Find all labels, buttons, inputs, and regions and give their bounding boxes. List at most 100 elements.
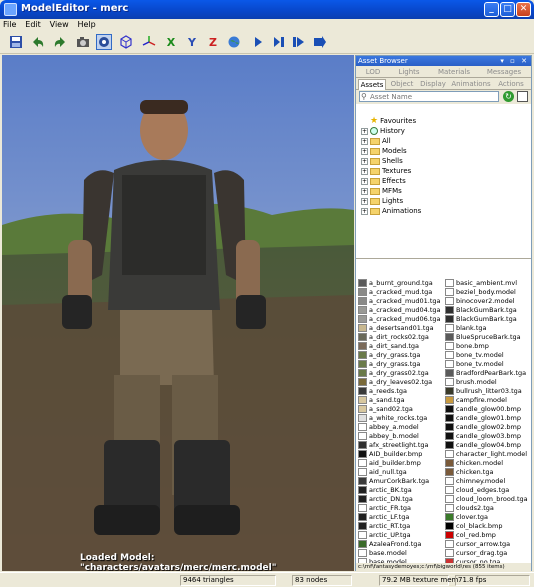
asset-thumbnail-icon (445, 333, 454, 341)
expand-icon[interactable]: + (361, 207, 368, 215)
x-axis-icon[interactable]: X (163, 34, 179, 50)
tree-item-textures[interactable]: + Textures (361, 166, 411, 176)
undo-icon[interactable] (30, 34, 46, 50)
3d-viewport[interactable]: Loaded Model: "characters/avatars/merc/m… (2, 55, 354, 571)
asset-thumbnail-icon (358, 315, 367, 323)
tree-item-history[interactable]: + History (361, 126, 405, 136)
camera-icon[interactable] (75, 34, 91, 50)
asset-thumbnail-icon (445, 486, 454, 494)
asset-thumbnail-icon (358, 378, 367, 386)
tree-item-effects[interactable]: + Effects (361, 176, 406, 186)
menu-help[interactable]: Help (75, 19, 99, 30)
asset-label: col_black.bmp (456, 522, 503, 530)
tree-label: Animations (382, 207, 422, 215)
play-end-icon[interactable] (291, 34, 307, 50)
asset-thumbnail-icon (445, 495, 454, 503)
tree-item-shells[interactable]: + Shells (361, 156, 403, 166)
play-loop-icon[interactable] (312, 34, 328, 50)
asset-thumbnail-icon (445, 414, 454, 422)
expand-icon[interactable]: + (361, 137, 368, 145)
tab-assets[interactable]: Assets (358, 79, 386, 90)
menu-file[interactable]: File (0, 19, 19, 30)
asset-thumbnail-icon (445, 378, 454, 386)
play-next-icon[interactable] (271, 34, 287, 50)
panel-buttons[interactable]: ▾ ▫ ✕ (500, 56, 529, 66)
asset-label: a_dirt_rocks02.tga (369, 333, 429, 341)
asset-label: binocover2.model (456, 297, 515, 305)
model-icon[interactable] (96, 34, 112, 50)
asset-label: aid_builder.bmp (369, 459, 421, 467)
asset-thumbnail-icon (445, 423, 454, 431)
refresh-icon[interactable]: ↻ (503, 91, 514, 102)
layout-icon[interactable] (517, 91, 528, 102)
asset-label: chicken.model (456, 459, 504, 467)
globe-icon[interactable] (226, 34, 242, 50)
tree-item-favourites[interactable]: ★ Favourites (370, 116, 416, 126)
asset-thumbnail-icon (445, 405, 454, 413)
search-input[interactable] (359, 91, 499, 102)
asset-thumbnail-icon (358, 522, 367, 530)
tree-label: Models (382, 147, 407, 155)
menu-view[interactable]: View (47, 19, 72, 30)
expand-icon[interactable]: + (361, 177, 368, 185)
expand-icon[interactable]: + (361, 147, 368, 155)
asset-thumbnail-icon (358, 288, 367, 296)
asset-thumbnail-icon (445, 441, 454, 449)
asset-thumbnail-icon (358, 513, 367, 521)
status-nodes: 83 nodes (292, 575, 352, 586)
tab-messages[interactable]: Messages (480, 67, 528, 78)
asset-thumbnail-icon (358, 432, 367, 440)
asset-thumbnail-icon (358, 405, 367, 413)
cube-icon[interactable] (118, 34, 134, 50)
save-icon[interactable] (8, 34, 24, 50)
asset-label: candle_glow01.bmp (456, 414, 522, 422)
scene-render (2, 55, 354, 571)
asset-label: beziel_body.model (456, 288, 516, 296)
asset-thumbnail-icon (445, 468, 454, 476)
tab-actions[interactable]: Actions (494, 79, 528, 90)
asset-label: a_burnt_ground.tga (369, 279, 433, 287)
asset-thumbnail-icon (358, 540, 367, 548)
maximize-button[interactable]: □ (500, 2, 515, 17)
expand-icon[interactable]: + (361, 127, 368, 135)
play-icon[interactable] (250, 34, 266, 50)
tabs-top: LOD Lights Materials Messages (356, 66, 531, 78)
expand-icon[interactable]: + (361, 187, 368, 195)
tab-animations[interactable]: Animations (450, 79, 492, 90)
asset-thumbnail-icon (358, 360, 367, 368)
tree-item-mfms[interactable]: + MFMs (361, 186, 402, 196)
asset-label: bullrush_litter03.tga (456, 387, 522, 395)
tree-item-all[interactable]: + All (361, 136, 391, 146)
tab-lod[interactable]: LOD (358, 67, 388, 78)
expand-icon[interactable]: + (361, 197, 368, 205)
y-axis-icon[interactable]: Y (184, 34, 200, 50)
axis-icon[interactable] (141, 34, 157, 50)
expand-icon[interactable]: + (361, 167, 368, 175)
expand-icon[interactable]: + (361, 157, 368, 165)
asset-label: aid_null.tga (369, 468, 407, 476)
asset-label: a_dirt_sand.tga (369, 342, 419, 350)
menu-edit[interactable]: Edit (22, 19, 44, 30)
tree-item-lights[interactable]: + Lights (361, 196, 403, 206)
panel-title: Asset Browser ▾ ▫ ✕ (356, 56, 531, 66)
tree-item-animations[interactable]: + Animations (361, 206, 421, 216)
tab-display[interactable]: Display (418, 79, 448, 90)
folder-icon (370, 157, 380, 165)
close-button[interactable]: ✕ (516, 2, 531, 17)
asset-label: candle_glow04.bmp (456, 441, 522, 449)
tree-label: All (382, 137, 391, 145)
asset-label: arctic_BK.tga (369, 486, 412, 494)
z-axis-icon[interactable]: Z (205, 34, 221, 50)
asset-thumbnail-icon (358, 369, 367, 377)
folder-icon (370, 197, 380, 205)
minimize-button[interactable]: _ (484, 2, 499, 17)
tree-item-models[interactable]: + Models (361, 146, 407, 156)
tab-lights[interactable]: Lights (390, 67, 428, 78)
asset-thumbnail-icon (358, 387, 367, 395)
asset-thumbnail-icon (358, 486, 367, 494)
asset-label: cursor_drag.tga (456, 549, 508, 557)
tab-materials[interactable]: Materials (430, 67, 478, 78)
asset-label: a_cracked_mud04.tga (369, 306, 441, 314)
tab-object[interactable]: Object (388, 79, 416, 90)
redo-icon[interactable] (52, 34, 68, 50)
